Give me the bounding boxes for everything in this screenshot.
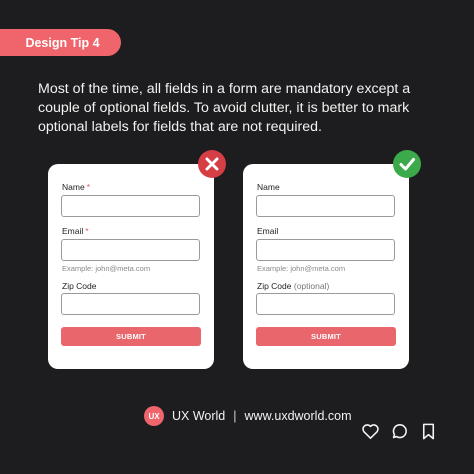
footer: UX UX World | www.uxdworld.com — [144, 406, 352, 426]
name-label: Name * — [62, 182, 90, 192]
name-label: Name — [257, 182, 280, 192]
form-card-good-example: Name Email Example: john@meta.com Zip Co… — [243, 150, 421, 369]
cross-icon — [198, 150, 226, 178]
bookmark-icon[interactable] — [419, 422, 438, 441]
brand-name: UX World — [172, 409, 226, 423]
heart-icon[interactable] — [361, 422, 380, 441]
email-input[interactable] — [61, 239, 200, 261]
email-hint: Example: john@meta.com — [257, 264, 346, 273]
optional-tag: (optional) — [293, 281, 330, 291]
required-marker: * — [85, 226, 89, 236]
comment-icon[interactable] — [390, 422, 409, 441]
design-tip-badge: Design Tip 4 — [0, 29, 121, 56]
email-label: Email * — [62, 226, 89, 236]
social-actions — [361, 422, 438, 441]
email-hint: Example: john@meta.com — [62, 264, 151, 273]
zip-code-label: Zip Code — [62, 281, 97, 291]
zip-code-input[interactable] — [61, 293, 200, 315]
submit-button[interactable]: SUBMIT — [61, 327, 201, 346]
intro-text: Most of the time, all fields in a form a… — [38, 81, 411, 135]
form-card-bad-example: Name * Email * Example: john@meta.com Zip … — [48, 150, 226, 369]
separator: | — [233, 409, 237, 423]
email-label: Email — [257, 226, 279, 236]
ux-world-logo: UX — [144, 406, 164, 426]
name-input[interactable] — [256, 195, 395, 217]
zip-code-input[interactable] — [256, 293, 395, 315]
check-icon — [393, 150, 421, 178]
required-marker: * — [86, 182, 90, 192]
submit-button[interactable]: SUBMIT — [256, 327, 396, 346]
name-input[interactable] — [61, 195, 200, 217]
zip-code-label: Zip Code (optional) — [257, 281, 330, 291]
website-link[interactable]: www.uxdworld.com — [245, 409, 352, 423]
email-input[interactable] — [256, 239, 395, 261]
